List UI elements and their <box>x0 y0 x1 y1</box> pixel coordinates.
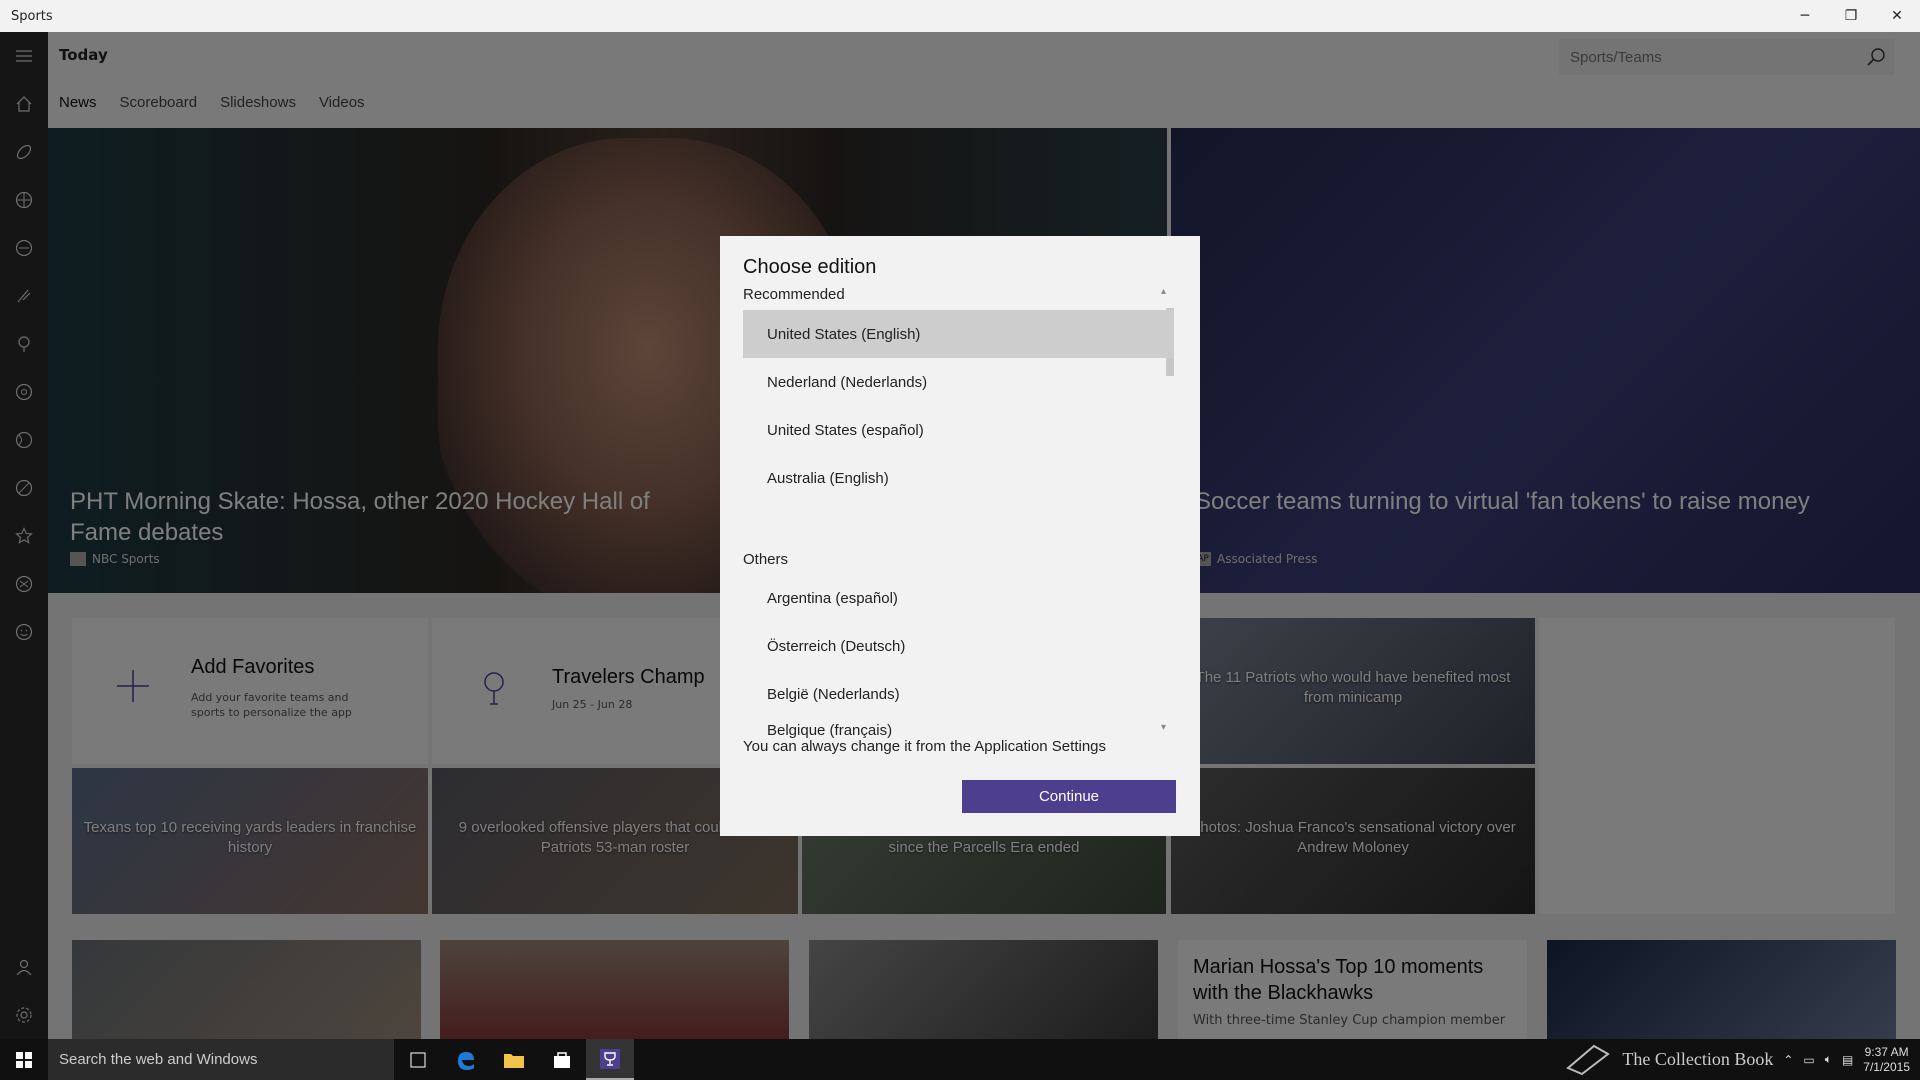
app-body: PHT Morning Skate: Hossa, other 2020 Hoc… <box>0 32 1920 1039</box>
show-hidden-icons-icon[interactable]: ⌃ <box>1783 1053 1793 1067</box>
scroll-up-icon[interactable]: ▴ <box>1161 286 1166 297</box>
file-explorer-icon[interactable] <box>490 1039 538 1080</box>
windows-start-icon[interactable] <box>0 1039 48 1080</box>
dialog-title: Choose edition <box>743 256 877 278</box>
edition-item-australia[interactable]: Australia (English) <box>743 454 1174 502</box>
book-icon <box>1564 1040 1612 1079</box>
system-tray: The Collection Book ⌃ ▭ 🔈︎ ▤ 9:37 AM 7/1… <box>1564 1039 1920 1080</box>
edition-item-argentina[interactable]: Argentina (español) <box>743 574 1174 622</box>
choose-edition-dialog: Choose edition Recommended ▴ United Stat… <box>720 236 1200 836</box>
edition-item-us-english[interactable]: United States (English) <box>743 310 1174 358</box>
scroll-down-icon[interactable]: ▾ <box>1161 722 1166 733</box>
window-title: Sports <box>11 8 53 24</box>
restore-button[interactable]: ❐ <box>1828 0 1874 32</box>
clock-date: 7/1/2015 <box>1863 1059 1910 1074</box>
continue-button[interactable]: Continue <box>962 780 1176 813</box>
taskbar: Search the web and Windows The Collectio… <box>0 1039 1920 1080</box>
store-icon[interactable] <box>538 1039 586 1080</box>
minimize-button[interactable]: ─ <box>1782 0 1828 32</box>
clock-time: 9:37 AM <box>1864 1044 1909 1059</box>
clock[interactable]: 9:37 AM 7/1/2015 <box>1863 1045 1910 1075</box>
sports-app-icon[interactable] <box>586 1039 634 1080</box>
network-icon[interactable]: ▭ <box>1803 1053 1814 1067</box>
tray-watermark: The Collection Book <box>1622 1049 1774 1069</box>
edition-item-belgie[interactable]: België (Nederlands) <box>743 670 1174 718</box>
edition-item-us-espanol[interactable]: United States (español) <box>743 406 1174 454</box>
title-bar: Sports ─ ❐ ✕ <box>0 0 1920 32</box>
volume-icon[interactable]: 🔈︎ <box>1825 1052 1832 1067</box>
close-button[interactable]: ✕ <box>1874 0 1920 32</box>
recommended-header: Recommended <box>743 286 845 303</box>
taskbar-search[interactable]: Search the web and Windows <box>48 1039 394 1080</box>
dialog-hint: You can always change it from the Applic… <box>743 738 1107 755</box>
edition-item-osterreich[interactable]: Österreich (Deutsch) <box>743 622 1174 670</box>
edition-item-nederland[interactable]: Nederland (Nederlands) <box>743 358 1174 406</box>
action-center-icon[interactable]: ▤ <box>1842 1053 1853 1067</box>
edge-browser-icon[interactable] <box>442 1039 490 1080</box>
others-header: Others <box>743 551 789 568</box>
task-view-icon[interactable] <box>394 1039 442 1080</box>
